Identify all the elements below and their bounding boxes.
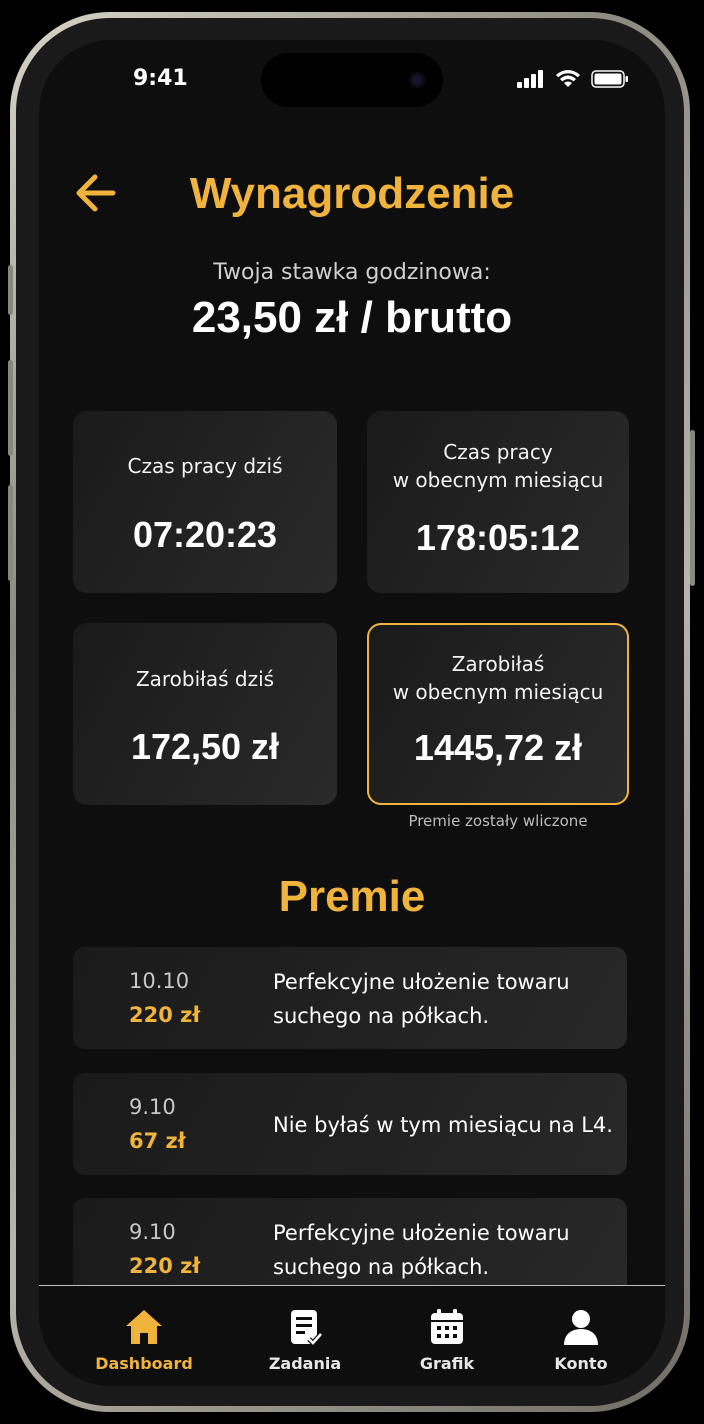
bonus-description: Perfekcyjne ułożenie towaru suchego na p… [273, 970, 570, 1028]
bonus-item[interactable]: 10.10 220 zł Perfekcyjne ułożenie towaru… [73, 947, 627, 1049]
bonus-date: 10.10 [129, 969, 190, 993]
side-button-volume-down [8, 485, 13, 581]
bonus-amount: 220 zł [129, 1254, 201, 1278]
status-icons [517, 70, 629, 88]
camera-icon [409, 72, 425, 88]
side-button-volume-up [8, 360, 13, 456]
tab-dashboard[interactable]: Dashboard [84, 1308, 204, 1373]
bonus-date: 9.10 [129, 1220, 176, 1244]
earned-month-label-line2: w obecnym miesiącu [392, 680, 604, 704]
work-month-label-line2: w obecnym miesiącu [392, 468, 604, 492]
side-button-power [690, 430, 695, 586]
tab-bar: Dashboard Zadania Grafik Konto [39, 1285, 665, 1386]
dynamic-island [261, 53, 443, 107]
status-time: 9:41 [133, 66, 188, 91]
bonus-item[interactable]: 9.10 67 zł Nie byłaś w tym miesiącu na L… [73, 1073, 627, 1175]
earned-today-label: Zarobiłaś dziś [135, 667, 275, 691]
tab-label: Dashboard [95, 1354, 193, 1373]
earned-month-value: 1445,72 zł [413, 727, 583, 768]
earned-month-label-line1: Zarobiłaś [451, 652, 545, 676]
bonus-date: 9.10 [129, 1095, 176, 1119]
user-icon [564, 1310, 598, 1345]
work-month-card: Czas pracy w obecnym miesiącu 178:05:12 [367, 411, 629, 593]
earned-today-card: Zarobiłaś dziś 172,50 zł [73, 623, 337, 805]
calendar-icon [431, 1309, 463, 1344]
side-button-action [8, 265, 13, 315]
signal-icon [517, 70, 543, 88]
work-today-label: Czas pracy dziś [127, 454, 283, 478]
screen: 9:41 Wynagrodzenie Twoja stawka godzinow… [39, 40, 665, 1386]
header: Wynagrodzenie [39, 165, 665, 225]
tab-label: Konto [554, 1354, 608, 1373]
bonus-included-note: Premie zostały wliczone [408, 812, 588, 830]
earned-month-card: Zarobiłaś w obecnym miesiącu 1445,72 zł [367, 623, 629, 805]
bonus-amount: 220 zł [129, 1003, 201, 1027]
work-month-label-line1: Czas pracy [443, 440, 553, 464]
wifi-icon [556, 70, 580, 87]
bonuses-title: Premie [278, 872, 426, 921]
tab-label: Zadania [268, 1354, 342, 1373]
page-title: Wynagrodzenie [189, 169, 515, 218]
work-today-card: Czas pracy dziś 07:20:23 [73, 411, 337, 593]
tab-konto[interactable]: Konto [521, 1308, 641, 1373]
tab-grafik[interactable]: Grafik [387, 1308, 507, 1373]
bonus-description: Nie byłaś w tym miesiącu na L4. [273, 1113, 613, 1137]
earned-today-value: 172,50 zł [130, 726, 280, 767]
work-month-value: 178:05:12 [415, 517, 581, 558]
battery-icon [591, 70, 628, 88]
tasks-icon [291, 1310, 323, 1346]
bonus-amount: 67 zł [129, 1129, 186, 1153]
hourly-rate-label: Twoja stawka godzinowa: [213, 260, 491, 285]
home-icon [126, 1310, 162, 1344]
bonus-description: Perfekcyjne ułożenie towaru suchego na p… [273, 1221, 570, 1279]
tab-label: Grafik [419, 1354, 475, 1373]
tab-zadania[interactable]: Zadania [245, 1308, 365, 1373]
hourly-rate-value: 23,50 zł / brutto [191, 293, 513, 342]
work-today-value: 07:20:23 [132, 514, 278, 555]
